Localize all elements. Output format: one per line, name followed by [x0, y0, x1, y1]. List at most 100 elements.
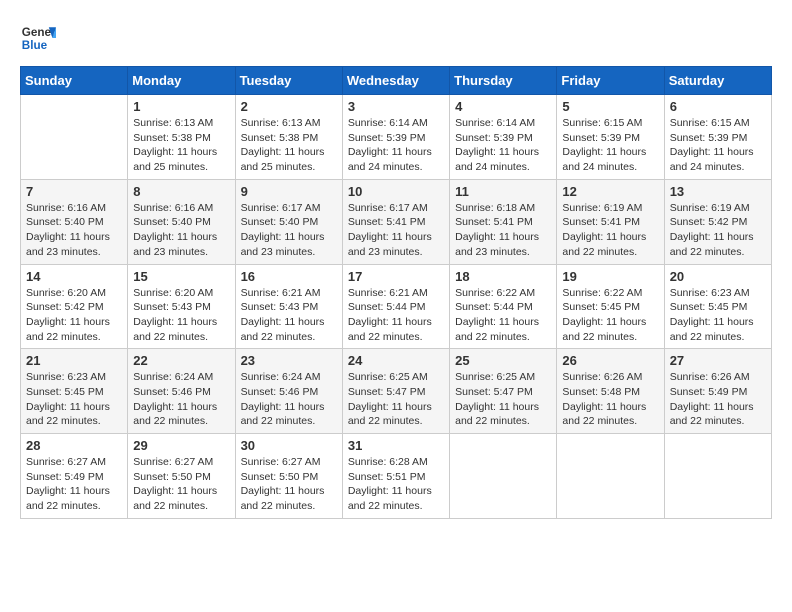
calendar-cell: 10 Sunrise: 6:17 AMSunset: 5:41 PMDayligh…	[342, 179, 449, 264]
calendar-cell: 31 Sunrise: 6:28 AMSunset: 5:51 PMDayligh…	[342, 434, 449, 519]
calendar-cell: 8 Sunrise: 6:16 AMSunset: 5:40 PMDaylight…	[128, 179, 235, 264]
calendar-cell	[664, 434, 771, 519]
calendar-cell	[21, 95, 128, 180]
cell-info: Sunrise: 6:18 AMSunset: 5:41 PMDaylight:…	[455, 201, 551, 260]
calendar-cell: 16Sunrise: 6:21 AMSunset: 5:43 PMDayligh…	[235, 264, 342, 349]
cell-info: Sunrise: 6:27 AMSunset: 5:50 PMDaylight:…	[241, 455, 337, 514]
day-number: 19	[562, 269, 658, 284]
calendar-cell: 19 Sunrise: 6:22 AMSunset: 5:45 PMDayligh…	[557, 264, 664, 349]
calendar-cell: 17Sunrise: 6:21 AMSunset: 5:44 PMDayligh…	[342, 264, 449, 349]
col-header-wednesday: Wednesday	[342, 67, 449, 95]
day-number: 30	[241, 438, 337, 453]
day-number: 20	[670, 269, 766, 284]
day-number: 4	[455, 99, 551, 114]
day-number: 24	[348, 353, 444, 368]
cell-info: Sunrise: 6:14 AMSunset: 5:39 PMDaylight:…	[348, 116, 444, 175]
calendar-cell: 26 Sunrise: 6:26 AMSunset: 5:48 PMDayligh…	[557, 349, 664, 434]
calendar-cell	[450, 434, 557, 519]
day-number: 31	[348, 438, 444, 453]
week-row-2: 7 Sunrise: 6:16 AMSunset: 5:40 PMDaylight…	[21, 179, 772, 264]
calendar-cell: 18Sunrise: 6:22 AMSunset: 5:44 PMDayligh…	[450, 264, 557, 349]
cell-info: Sunrise: 6:19 AMSunset: 5:42 PMDaylight:…	[670, 201, 766, 260]
day-number: 18	[455, 269, 551, 284]
calendar-cell: 5 Sunrise: 6:15 AMSunset: 5:39 PMDaylight…	[557, 95, 664, 180]
calendar-cell: 4 Sunrise: 6:14 AMSunset: 5:39 PMDaylight…	[450, 95, 557, 180]
calendar-cell: 6 Sunrise: 6:15 AMSunset: 5:39 PMDaylight…	[664, 95, 771, 180]
col-header-tuesday: Tuesday	[235, 67, 342, 95]
calendar-cell: 15Sunrise: 6:20 AMSunset: 5:43 PMDayligh…	[128, 264, 235, 349]
calendar-cell: 24 Sunrise: 6:25 AMSunset: 5:47 PMDayligh…	[342, 349, 449, 434]
calendar-header-row: SundayMondayTuesdayWednesdayThursdayFrid…	[21, 67, 772, 95]
week-row-5: 28 Sunrise: 6:27 AMSunset: 5:49 PMDayligh…	[21, 434, 772, 519]
day-number: 8	[133, 184, 229, 199]
cell-info: Sunrise: 6:15 AMSunset: 5:39 PMDaylight:…	[670, 116, 766, 175]
cell-info: Sunrise: 6:24 AMSunset: 5:46 PMDaylight:…	[241, 370, 337, 429]
day-number: 7	[26, 184, 122, 199]
day-number: 10	[348, 184, 444, 199]
day-number: 23	[241, 353, 337, 368]
cell-info: Sunrise: 6:27 AMSunset: 5:50 PMDaylight:…	[133, 455, 229, 514]
day-number: 6	[670, 99, 766, 114]
calendar-cell: 22Sunrise: 6:24 AMSunset: 5:46 PMDayligh…	[128, 349, 235, 434]
day-number: 5	[562, 99, 658, 114]
week-row-1: 1 Sunrise: 6:13 AMSunset: 5:38 PMDaylight…	[21, 95, 772, 180]
calendar-cell: 9Sunrise: 6:17 AMSunset: 5:40 PMDaylight…	[235, 179, 342, 264]
cell-info: Sunrise: 6:23 AMSunset: 5:45 PMDaylight:…	[26, 370, 122, 429]
cell-info: Sunrise: 6:26 AMSunset: 5:48 PMDaylight:…	[562, 370, 658, 429]
calendar-cell: 2 Sunrise: 6:13 AMSunset: 5:38 PMDaylight…	[235, 95, 342, 180]
day-number: 14	[26, 269, 122, 284]
day-number: 17	[348, 269, 444, 284]
day-number: 2	[241, 99, 337, 114]
cell-info: Sunrise: 6:14 AMSunset: 5:39 PMDaylight:…	[455, 116, 551, 175]
calendar-cell: 23 Sunrise: 6:24 AMSunset: 5:46 PMDayligh…	[235, 349, 342, 434]
week-row-4: 21 Sunrise: 6:23 AMSunset: 5:45 PMDayligh…	[21, 349, 772, 434]
day-number: 12	[562, 184, 658, 199]
day-number: 22	[133, 353, 229, 368]
day-number: 28	[26, 438, 122, 453]
cell-info: Sunrise: 6:28 AMSunset: 5:51 PMDaylight:…	[348, 455, 444, 514]
week-row-3: 14 Sunrise: 6:20 AMSunset: 5:42 PMDayligh…	[21, 264, 772, 349]
day-number: 27	[670, 353, 766, 368]
calendar-table: SundayMondayTuesdayWednesdayThursdayFrid…	[20, 66, 772, 519]
cell-info: Sunrise: 6:19 AMSunset: 5:41 PMDaylight:…	[562, 201, 658, 260]
cell-info: Sunrise: 6:25 AMSunset: 5:47 PMDaylight:…	[348, 370, 444, 429]
page-header: General Blue	[20, 20, 772, 56]
day-number: 29	[133, 438, 229, 453]
calendar-cell	[557, 434, 664, 519]
calendar-cell: 20Sunrise: 6:23 AMSunset: 5:45 PMDayligh…	[664, 264, 771, 349]
calendar-cell: 27Sunrise: 6:26 AMSunset: 5:49 PMDayligh…	[664, 349, 771, 434]
col-header-sunday: Sunday	[21, 67, 128, 95]
cell-info: Sunrise: 6:17 AMSunset: 5:41 PMDaylight:…	[348, 201, 444, 260]
cell-info: Sunrise: 6:13 AMSunset: 5:38 PMDaylight:…	[241, 116, 337, 175]
calendar-cell: 11 Sunrise: 6:18 AMSunset: 5:41 PMDayligh…	[450, 179, 557, 264]
cell-info: Sunrise: 6:16 AMSunset: 5:40 PMDaylight:…	[133, 201, 229, 260]
calendar-cell: 14 Sunrise: 6:20 AMSunset: 5:42 PMDayligh…	[21, 264, 128, 349]
calendar-cell: 28 Sunrise: 6:27 AMSunset: 5:49 PMDayligh…	[21, 434, 128, 519]
cell-info: Sunrise: 6:27 AMSunset: 5:49 PMDaylight:…	[26, 455, 122, 514]
day-number: 3	[348, 99, 444, 114]
cell-info: Sunrise: 6:25 AMSunset: 5:47 PMDaylight:…	[455, 370, 551, 429]
day-number: 25	[455, 353, 551, 368]
calendar-cell: 1 Sunrise: 6:13 AMSunset: 5:38 PMDaylight…	[128, 95, 235, 180]
svg-text:Blue: Blue	[22, 39, 48, 52]
cell-info: Sunrise: 6:22 AMSunset: 5:45 PMDaylight:…	[562, 286, 658, 345]
cell-info: Sunrise: 6:16 AMSunset: 5:40 PMDaylight:…	[26, 201, 122, 260]
cell-info: Sunrise: 6:20 AMSunset: 5:43 PMDaylight:…	[133, 286, 229, 345]
calendar-cell: 3 Sunrise: 6:14 AMSunset: 5:39 PMDaylight…	[342, 95, 449, 180]
cell-info: Sunrise: 6:15 AMSunset: 5:39 PMDaylight:…	[562, 116, 658, 175]
col-header-thursday: Thursday	[450, 67, 557, 95]
calendar-cell: 13 Sunrise: 6:19 AMSunset: 5:42 PMDayligh…	[664, 179, 771, 264]
day-number: 21	[26, 353, 122, 368]
day-number: 26	[562, 353, 658, 368]
calendar-cell: 29 Sunrise: 6:27 AMSunset: 5:50 PMDayligh…	[128, 434, 235, 519]
calendar-cell: 30 Sunrise: 6:27 AMSunset: 5:50 PMDayligh…	[235, 434, 342, 519]
calendar-cell: 21 Sunrise: 6:23 AMSunset: 5:45 PMDayligh…	[21, 349, 128, 434]
cell-info: Sunrise: 6:13 AMSunset: 5:38 PMDaylight:…	[133, 116, 229, 175]
day-number: 1	[133, 99, 229, 114]
cell-info: Sunrise: 6:20 AMSunset: 5:42 PMDaylight:…	[26, 286, 122, 345]
day-number: 11	[455, 184, 551, 199]
day-number: 13	[670, 184, 766, 199]
col-header-friday: Friday	[557, 67, 664, 95]
cell-info: Sunrise: 6:21 AMSunset: 5:43 PMDaylight:…	[241, 286, 337, 345]
col-header-monday: Monday	[128, 67, 235, 95]
